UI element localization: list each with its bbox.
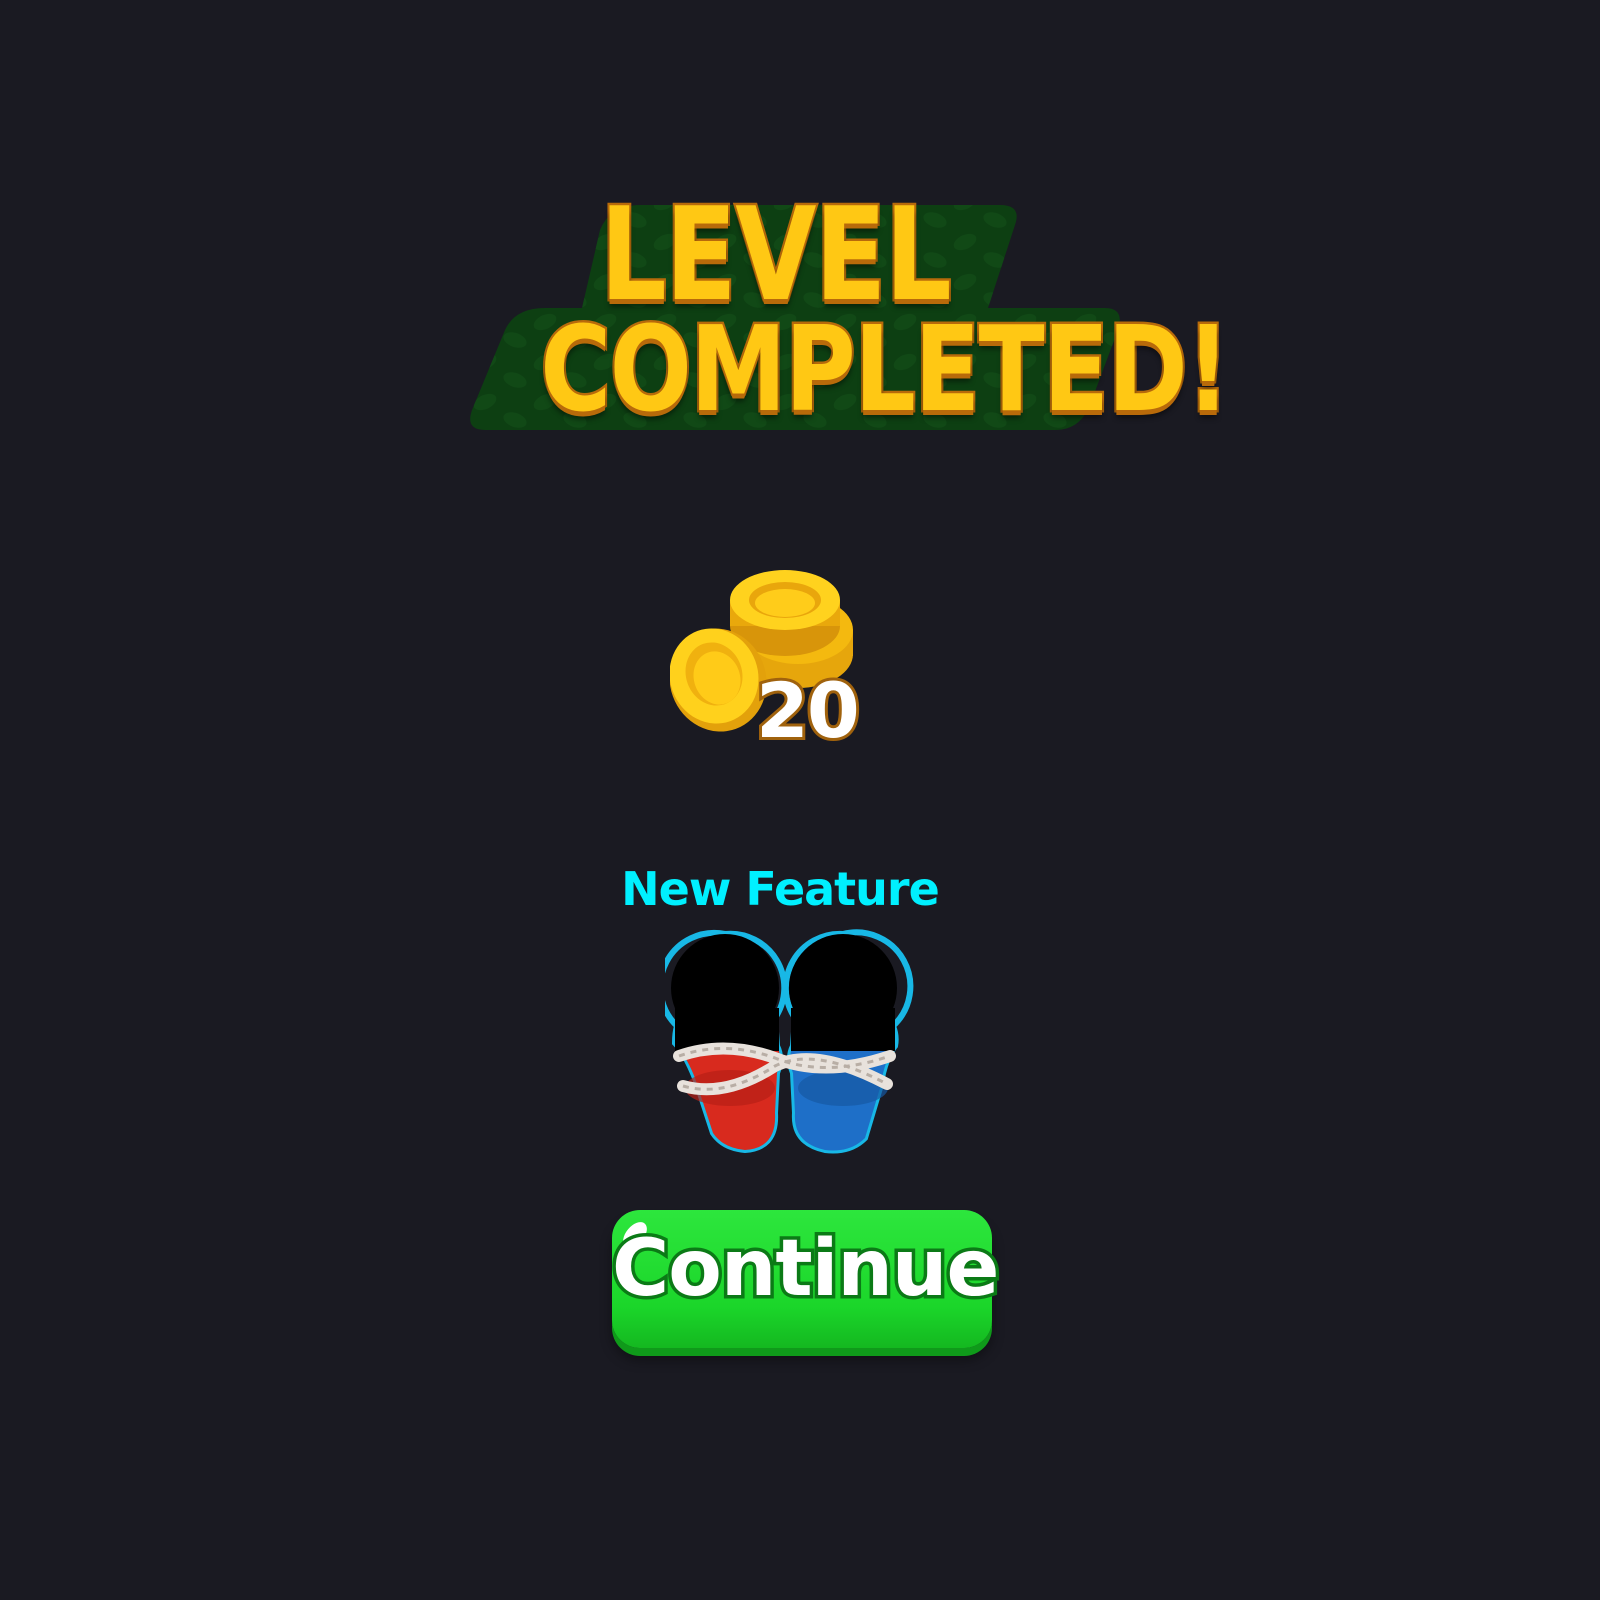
continue-button[interactable]: Continue — [609, 1210, 1003, 1348]
title-line-completed: COMPLETED! — [538, 300, 1232, 438]
tied-pawns-silhouette-icon — [657, 928, 915, 1158]
level-complete-screen: LEVEL COMPLETED! 20 New Feature Continue — [0, 0, 1600, 1600]
new-feature-label: New Feature — [621, 862, 940, 916]
continue-button-label: Continue — [609, 1221, 1003, 1318]
level-completed-banner: LEVEL COMPLETED! — [470, 187, 1232, 445]
coin-reward: 20 — [670, 570, 870, 760]
coin-amount: 20 — [753, 663, 863, 758]
